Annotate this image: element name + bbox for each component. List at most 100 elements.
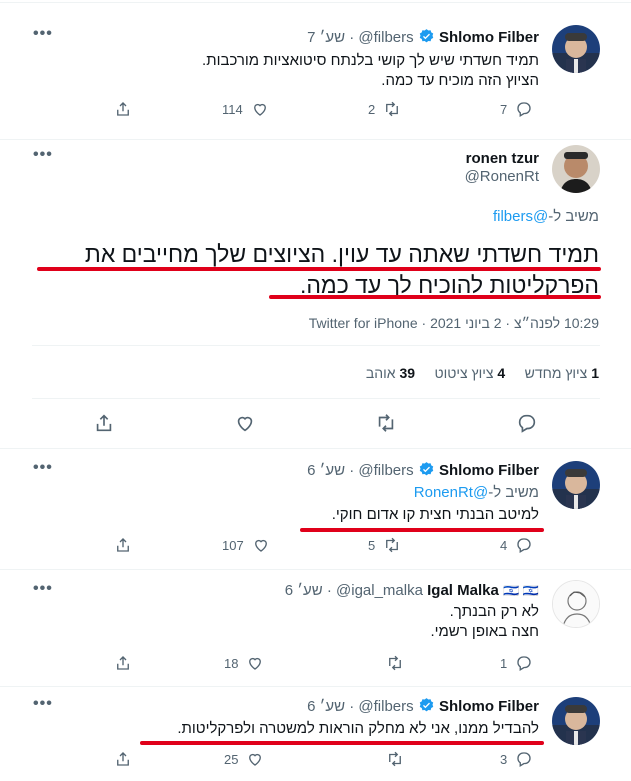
tweet-text: לא רק הבנתך. — [449, 603, 539, 620]
avatar[interactable] — [552, 25, 600, 73]
retweet-count: 5 — [368, 537, 376, 553]
tweet-header: @RonenRt — [465, 168, 539, 185]
reply-icon — [517, 656, 531, 671]
retweet-icon — [386, 101, 399, 117]
quote-stat[interactable]: 4 ציוץ ציטוט — [434, 365, 505, 381]
like-button[interactable]: 18 — [224, 654, 264, 672]
avatar[interactable] — [552, 580, 600, 628]
user-name[interactable]: Shlomo Filber — [439, 462, 539, 479]
retweet-icon — [389, 655, 401, 671]
retweet-button[interactable]: 2 — [368, 100, 401, 118]
reply-button[interactable]: 1 — [500, 654, 533, 672]
verified-icon — [419, 29, 434, 43]
more-icon[interactable]: ••• — [33, 25, 53, 43]
red-underline — [300, 528, 544, 532]
share-button[interactable] — [114, 100, 132, 118]
like-icon[interactable] — [234, 412, 256, 434]
avatar[interactable] — [552, 145, 600, 193]
tweet-text: למיטב הבנתי חצית קו אדום חוקי. — [331, 506, 539, 523]
reply-context: משיב ל-@RonenRt — [413, 484, 539, 501]
share-button[interactable] — [114, 536, 132, 554]
more-icon[interactable]: ••• — [33, 459, 53, 477]
user-handle[interactable]: @filbers — [358, 698, 413, 715]
main-tweet: ronen tzur @RonenRt ••• משיב ל-@filbers … — [0, 140, 631, 448]
main-tweet-text: תמיד חשדתי שאתה עד עוין. הציוצים שלך מחי… — [84, 241, 599, 267]
tweet-time[interactable]: 7 שע׳ — [307, 29, 345, 46]
more-icon[interactable]: ••• — [33, 580, 53, 598]
retweet-icon[interactable] — [375, 412, 397, 434]
user-handle[interactable]: @igal_malka — [336, 582, 423, 599]
tweet-time[interactable]: 6 שע׳ — [307, 698, 345, 715]
reply-button[interactable]: 7 — [500, 100, 533, 118]
user-name[interactable]: Igal Malka — [427, 582, 499, 599]
user-handle[interactable]: @filbers — [358, 462, 413, 479]
more-icon[interactable]: ••• — [33, 695, 53, 713]
user-name[interactable]: Shlomo Filber — [439, 29, 539, 46]
red-underline — [269, 295, 601, 299]
reply-count: 4 — [500, 537, 508, 553]
reply-count: 7 — [500, 101, 508, 117]
tweet-stats: 1 ציוץ מחדש 4 ציוץ ציטוט 39 אוהב — [366, 365, 599, 381]
share-button[interactable] — [114, 750, 132, 768]
avatar[interactable] — [552, 461, 600, 509]
share-icon — [117, 656, 129, 670]
share-icon[interactable] — [93, 412, 115, 434]
like-count: 107 — [222, 537, 244, 553]
retweet-count: 2 — [368, 101, 376, 117]
tweet-text: הציוץ הזה מוכיח עד כמה. — [381, 72, 539, 89]
tweet-header: 7 שע׳ · @filbers Shlomo Filber — [307, 29, 539, 46]
tweet-time[interactable]: 6 שע׳ — [285, 582, 323, 599]
user-name[interactable]: Shlomo Filber — [439, 698, 539, 715]
user-handle[interactable]: @filbers — [358, 29, 413, 46]
tweet-header: ronen tzur — [466, 150, 539, 167]
reply-to-link[interactable]: @RonenRt — [414, 484, 488, 501]
share-icon — [117, 752, 129, 766]
more-icon[interactable]: ••• — [33, 146, 53, 164]
user-handle[interactable]: @RonenRt — [465, 168, 539, 185]
divider — [32, 345, 600, 346]
tweet-timestamp[interactable]: 10:29 לפנה״צ · 2 ביוני 2021 · Twitter fo… — [309, 313, 599, 333]
like-button[interactable]: 25 — [224, 750, 264, 768]
share-button[interactable] — [114, 654, 132, 672]
reply-icon — [517, 102, 531, 117]
like-count: 114 — [222, 101, 243, 117]
retweet-stat[interactable]: 1 ציוץ מחדש — [525, 365, 599, 381]
like-count: 25 — [224, 751, 239, 767]
tweet-3[interactable]: 6 שע׳ · @igal_malka Igal Malka 🇮🇱 🇮🇱 •••… — [0, 570, 631, 686]
retweet-icon — [389, 751, 401, 767]
like-stat[interactable]: 39 אוהב — [366, 365, 415, 381]
tweet-text: חצה באופן רשמי. — [430, 623, 539, 640]
tweet-header: 6 שע׳ · @filbers Shlomo Filber — [307, 462, 539, 479]
reply-icon[interactable] — [516, 412, 538, 434]
reply-icon — [517, 538, 531, 553]
reply-button[interactable]: 3 — [500, 750, 533, 768]
like-button[interactable]: 107 — [222, 536, 270, 554]
reply-button[interactable]: 4 — [500, 536, 533, 554]
retweet-button[interactable]: 5 — [368, 536, 401, 554]
tweet-2[interactable]: 6 שע׳ · @filbers Shlomo Filber ••• משיב … — [0, 449, 631, 569]
user-name[interactable]: ronen tzur — [466, 150, 539, 167]
like-count: 18 — [224, 655, 239, 671]
reply-count: 1 — [500, 655, 508, 671]
tweet-4[interactable]: 6 שע׳ · @filbers Shlomo Filber ••• להבדי… — [0, 687, 631, 781]
like-icon — [254, 539, 267, 552]
reply-icon — [517, 752, 531, 767]
tweet-1[interactable]: 7 שע׳ · @filbers Shlomo Filber ••• תמיד … — [0, 3, 631, 139]
like-button[interactable]: 114 — [222, 100, 269, 118]
avatar[interactable] — [552, 697, 600, 745]
like-icon — [249, 753, 262, 766]
tweet-time[interactable]: 6 שע׳ — [307, 462, 345, 479]
verified-icon — [419, 462, 434, 476]
retweet-icon — [386, 537, 399, 553]
tweet-header: 6 שע׳ · @filbers Shlomo Filber — [307, 698, 539, 715]
reply-to-link[interactable]: @filbers — [493, 208, 548, 225]
reply-count: 3 — [500, 751, 508, 767]
retweet-button[interactable] — [386, 654, 404, 672]
retweet-button[interactable] — [386, 750, 404, 768]
divider — [32, 398, 600, 399]
verified-icon — [419, 698, 434, 712]
reply-context: משיב ל-@filbers — [492, 208, 599, 225]
like-icon — [249, 657, 262, 670]
tweet-header: 6 שע׳ · @igal_malka Igal Malka 🇮🇱 🇮🇱 — [284, 582, 539, 599]
like-icon — [253, 103, 266, 116]
